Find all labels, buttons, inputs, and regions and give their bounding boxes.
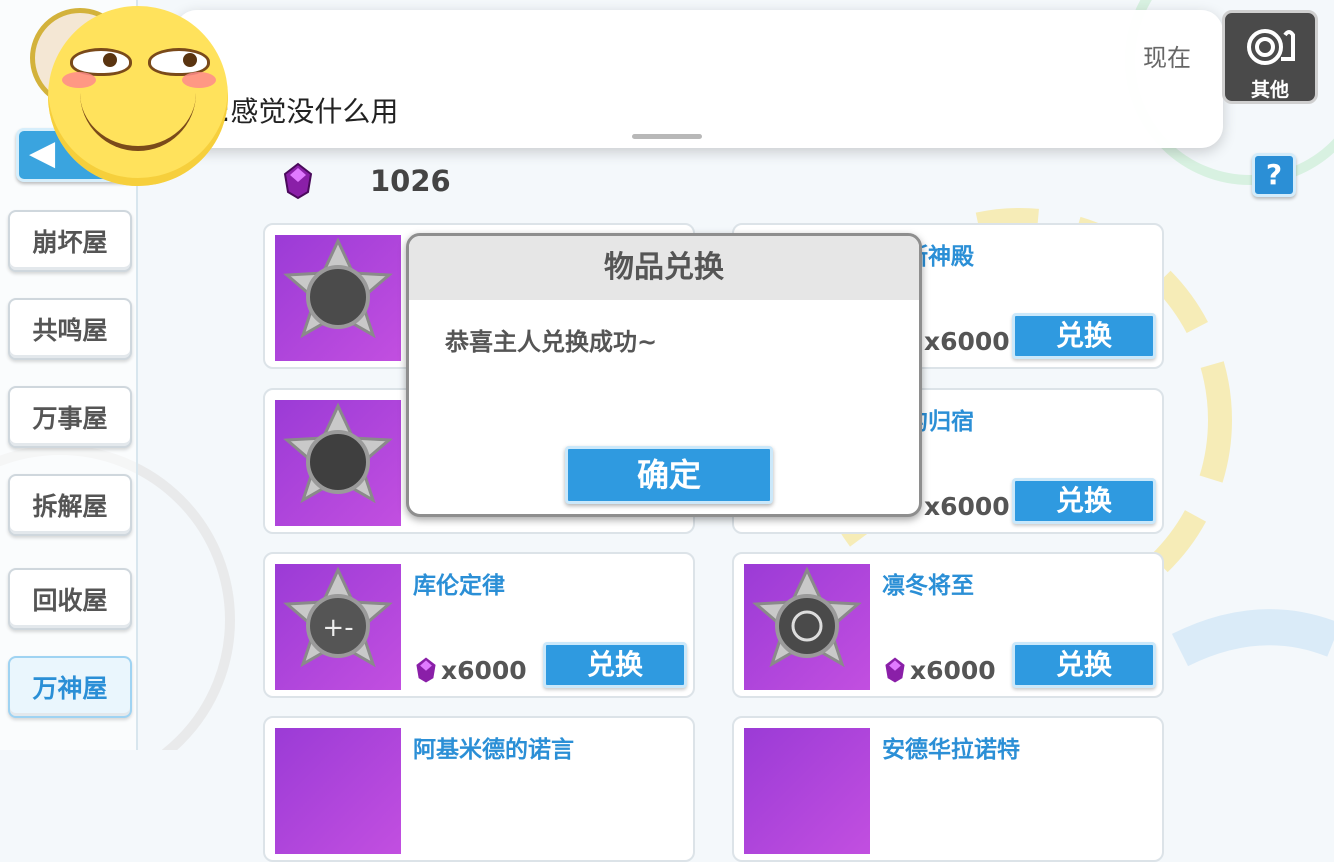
badge-icon bbox=[275, 235, 401, 361]
confirm-button[interactable]: 确定 bbox=[565, 446, 773, 504]
badge-icon bbox=[275, 400, 401, 526]
item-name: 库伦定律 bbox=[413, 573, 505, 599]
exchange-button[interactable]: 兑换 bbox=[1012, 642, 1156, 688]
item-name: 凛冬将至 bbox=[882, 573, 974, 599]
sidebar-item-wanshenwu[interactable]: 万神屋 bbox=[8, 656, 132, 718]
notification-message: :感觉没什么用 bbox=[221, 95, 399, 128]
sidebar-item-huishouwu[interactable]: 回收屋 bbox=[8, 568, 132, 630]
svg-text:+-: +- bbox=[322, 613, 353, 643]
item-name: 安德华拉诺特 bbox=[882, 737, 1020, 763]
snail-shell-icon bbox=[1247, 29, 1295, 65]
sidebar-item-wanshiwu[interactable]: 万事屋 bbox=[8, 386, 132, 448]
badge-icon bbox=[744, 564, 870, 690]
item-card: +- 库伦定律 x6000 兑换 bbox=[263, 552, 695, 698]
sidebar-item-gongmingwu[interactable]: 共鸣屋 bbox=[8, 298, 132, 360]
item-price: x6000 bbox=[882, 656, 996, 685]
item-price: x6000 bbox=[924, 327, 1010, 356]
item-price: x6000 bbox=[924, 492, 1010, 521]
sidebar-item-chaijiewu[interactable]: 拆解屋 bbox=[8, 474, 132, 536]
exchange-button[interactable]: 兑换 bbox=[1012, 478, 1156, 524]
exchange-button[interactable]: 兑换 bbox=[543, 642, 687, 688]
arrow-left-icon: ◀ bbox=[29, 133, 56, 173]
sidebar-item-benghuaiwu[interactable]: 崩坏屋 bbox=[8, 210, 132, 272]
item-card: 阿基米德的诺言 bbox=[263, 716, 695, 862]
badge-icon bbox=[275, 728, 401, 854]
notification-time: 现在 bbox=[1143, 44, 1191, 72]
currency-amount: 1026 bbox=[370, 164, 451, 198]
badge-icon bbox=[744, 728, 870, 854]
item-card: 安德华拉诺特 bbox=[732, 716, 1164, 862]
other-button[interactable]: 其他 bbox=[1222, 10, 1318, 104]
exchange-button[interactable]: 兑换 bbox=[1012, 313, 1156, 359]
other-button-label: 其他 bbox=[1250, 79, 1289, 101]
dialog-message: 恭喜主人兑换成功~ bbox=[445, 328, 658, 356]
purple-gem-icon bbox=[885, 657, 905, 683]
item-card: 凛冬将至 x6000 兑换 bbox=[732, 552, 1164, 698]
smirk-emoji-icon bbox=[48, 6, 228, 186]
exchange-dialog: 物品兑换 恭喜主人兑换成功~ 确定 bbox=[406, 233, 922, 517]
purple-gem-icon bbox=[416, 657, 436, 683]
drag-handle[interactable] bbox=[632, 134, 702, 139]
item-price: x6000 bbox=[413, 656, 527, 685]
notification-banner[interactable]: :感觉没什么用 现在 bbox=[175, 10, 1223, 148]
badge-icon: +- bbox=[275, 564, 401, 690]
item-name: 阿基米德的诺言 bbox=[413, 737, 574, 763]
dialog-title: 物品兑换 bbox=[409, 236, 919, 300]
purple-gem-icon bbox=[283, 162, 313, 200]
help-button[interactable]: ? bbox=[1252, 153, 1296, 197]
